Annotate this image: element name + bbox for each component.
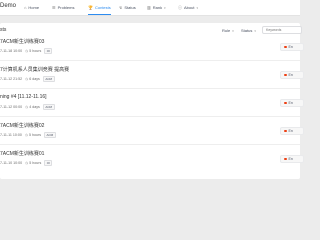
start-time: 7-11-12 21:52 [0, 77, 23, 81]
duration: 5 hours [29, 49, 42, 53]
panel-title: sts [0, 27, 7, 33]
contest-meta: 7-11-12 00:00 ◷ 4 days ACM [0, 104, 55, 110]
rule-tag: OI [44, 48, 53, 54]
clock-icon: ◷ [25, 49, 29, 53]
brand-logo[interactable]: Demo [0, 3, 16, 9]
chevron-down-icon: ▾ [196, 5, 198, 10]
status-text: En [288, 157, 293, 161]
nav-about[interactable]: ⓘ About ▾ [178, 0, 198, 15]
contest-meta: 7-11-11 10:00 ◷ 5 hours ACM [0, 132, 56, 138]
status-text: En [288, 73, 293, 77]
nav-status-label: Status [124, 5, 136, 10]
rule-tag: ACM [42, 104, 55, 110]
nav-home[interactable]: ⌂ Home [24, 0, 39, 15]
contest-row[interactable]: 7ACM新生训练赛03 7-11-18 10:00 ◷ 5 hours OI E… [0, 35, 304, 61]
search-input[interactable] [262, 26, 302, 34]
status-icon: ↯ [119, 5, 123, 10]
nav-about-label: About [184, 5, 195, 10]
contest-meta: 7-11-18 10:00 ◷ 5 hours OI [0, 48, 53, 54]
nav-contests-label: Contests [94, 4, 111, 10]
nav-rank-label: Rank [152, 5, 163, 10]
status-badge: En [280, 127, 304, 135]
trophy-icon: 🏆 [88, 4, 93, 10]
contest-title[interactable]: 7ACM新生训练赛02 [0, 122, 44, 129]
status-badge: En [280, 99, 304, 107]
status-badge: En [280, 155, 304, 163]
clock-icon: ◷ [24, 133, 28, 137]
status-text: En [288, 101, 293, 105]
status-dot [284, 129, 287, 133]
contest-row[interactable]: 7ACM新生训练赛02 7-11-11 10:00 ◷ 5 hours ACM … [0, 119, 304, 145]
status-filter-label: Status [241, 28, 253, 33]
chevron-down-icon: ▾ [164, 5, 166, 10]
list-icon: ☰ [52, 5, 56, 10]
contest-row[interactable]: 7计算机系人员集训竞赛 提高赛 7-11-12 21:52 ◷ 6 days A… [0, 63, 304, 89]
contest-row[interactable]: 7ACM新生训练赛01 7-11-10 10:00 ◷ 5 hours OI E… [0, 147, 304, 173]
rule-tag: OI [44, 160, 53, 166]
status-badge: En [280, 71, 304, 79]
home-icon: ⌂ [24, 5, 27, 10]
nav-contests[interactable]: 🏆 Contests [88, 0, 111, 15]
contest-meta: 7-11-12 21:52 ◷ 6 days ACM [0, 76, 55, 82]
nav-problems-label: Problems [57, 5, 75, 10]
chevron-down-icon: ▾ [232, 28, 234, 33]
rule-tag: ACM [42, 76, 55, 82]
duration: 5 hours [29, 161, 42, 165]
rank-icon: ▥ [147, 5, 151, 10]
contest-meta: 7-11-10 10:00 ◷ 5 hours OI [0, 160, 53, 166]
status-dot [284, 101, 287, 105]
status-badge: En [280, 43, 304, 51]
start-time: 7-11-12 00:00 [0, 105, 23, 109]
clock-icon: ◷ [25, 105, 29, 109]
duration: 4 days [29, 105, 40, 109]
top-navbar: Demo ⌂ Home ☰ Problems 🏆 Contests ↯ Stat… [0, 0, 300, 16]
info-icon: ⓘ [178, 4, 182, 10]
rule-tag: ACM [44, 132, 56, 138]
status-filter-dropdown[interactable]: Status ▾ [241, 27, 256, 34]
status-dot [284, 45, 287, 49]
start-time: 7-11-11 10:00 [0, 133, 22, 137]
chevron-down-icon: ▾ [254, 28, 256, 33]
contest-title[interactable]: 7ACM新生训练赛01 [0, 150, 44, 157]
contest-title[interactable]: ning #4 [11.12-11.16] [0, 94, 47, 100]
clock-icon: ◷ [25, 77, 29, 81]
duration: 5 hours [29, 133, 41, 137]
nav-problems[interactable]: ☰ Problems [52, 0, 75, 15]
contest-row[interactable]: ning #4 [11.12-11.16] 7-11-12 00:00 ◷ 4 … [0, 91, 304, 117]
contest-title[interactable]: 7计算机系人员集训竞赛 提高赛 [0, 66, 69, 73]
clock-icon: ◷ [25, 161, 29, 165]
rule-filter-dropdown[interactable]: Rule ▾ [222, 27, 234, 34]
status-dot [284, 157, 287, 161]
start-time: 7-11-10 10:00 [0, 161, 23, 165]
nav-status[interactable]: ↯ Status [119, 0, 136, 15]
start-time: 7-11-18 10:00 [0, 49, 23, 53]
status-text: En [288, 45, 293, 49]
duration: 6 days [29, 77, 40, 81]
contest-title[interactable]: 7ACM新生训练赛03 [0, 38, 44, 45]
nav-rank[interactable]: ▥ Rank ▾ [147, 0, 166, 15]
rule-filter-label: Rule [222, 28, 231, 33]
nav-home-label: Home [28, 5, 40, 10]
status-text: En [288, 129, 293, 133]
status-dot [284, 73, 287, 77]
contest-list-panel: sts Rule ▾ Status ▾ 7ACM新生训练赛03 7-11-18 … [0, 23, 304, 179]
